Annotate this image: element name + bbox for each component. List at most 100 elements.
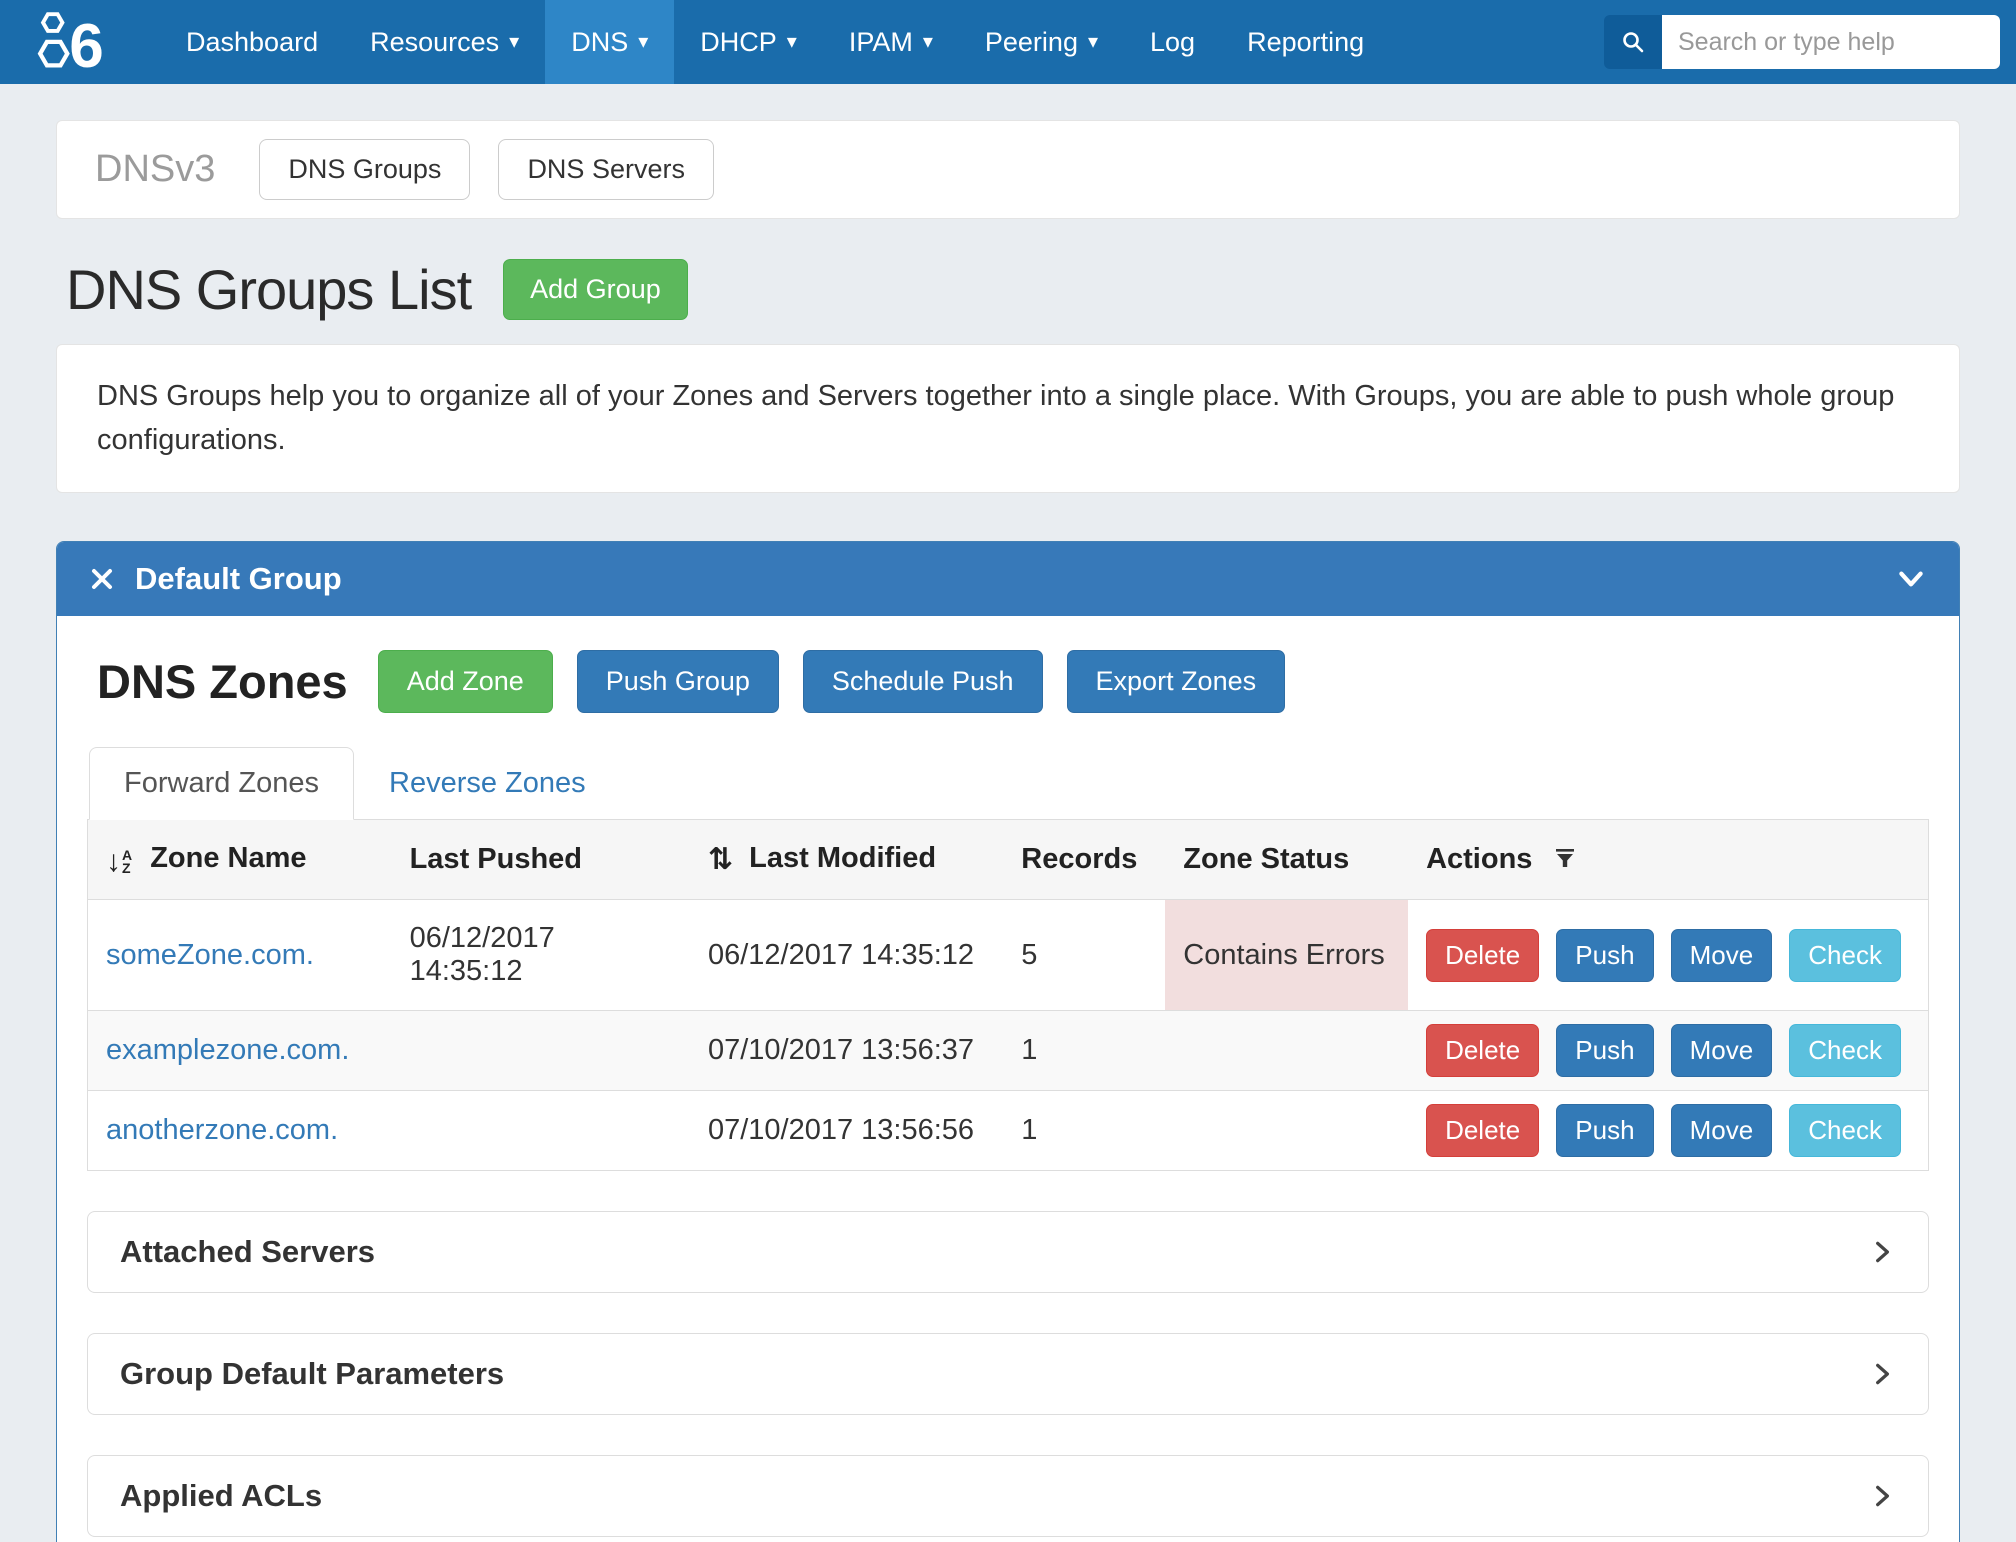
col-header-zone-status[interactable]: Zone Status [1165, 820, 1408, 900]
last-pushed-cell [392, 1091, 690, 1171]
nav-label: Resources [370, 27, 499, 58]
caret-down-icon: ▾ [787, 32, 797, 52]
check-zone-button[interactable]: Check [1789, 929, 1901, 982]
dns-groups-button[interactable]: DNS Groups [259, 139, 470, 200]
description-text: DNS Groups help you to organize all of y… [97, 380, 1894, 456]
accordion-title: Applied ACLs [120, 1478, 322, 1514]
push-group-button[interactable]: Push Group [577, 650, 779, 713]
nav-item-dhcp[interactable]: DHCP ▾ [674, 0, 823, 84]
last-pushed-cell: 06/12/2017 14:35:12 [392, 900, 690, 1011]
close-icon[interactable] [89, 566, 115, 592]
col-label: Actions [1426, 843, 1532, 875]
zone-name-link[interactable]: someZone.com. [106, 939, 314, 971]
col-header-last-pushed[interactable]: Last Pushed [392, 820, 690, 900]
nav-item-log[interactable]: Log [1124, 0, 1221, 84]
col-label: Last Modified [749, 842, 936, 874]
last-pushed-cell [392, 1011, 690, 1091]
actions-cell: Delete Push Move Check [1408, 900, 1928, 1011]
export-zones-button[interactable]: Export Zones [1067, 650, 1286, 713]
col-label: Last Pushed [410, 843, 582, 875]
nav-label: DNS [571, 27, 628, 58]
sort-arrow: ↓ [106, 847, 121, 877]
col-label: Zone Status [1183, 843, 1349, 875]
delete-zone-button[interactable]: Delete [1426, 1104, 1539, 1157]
check-zone-button[interactable]: Check [1789, 1104, 1901, 1157]
accordion-group-default-parameters[interactable]: Group Default Parameters [87, 1333, 1929, 1415]
title-row: DNS Groups List Add Group [66, 257, 1960, 322]
last-modified-cell: 06/12/2017 14:35:12 [690, 900, 1003, 1011]
check-zone-button[interactable]: Check [1789, 1024, 1901, 1077]
table-header-row: ↓ A Z Zone Name Last Pushed [88, 820, 1929, 900]
col-header-records[interactable]: Records [1003, 820, 1165, 900]
zone-row: someZone.com. 06/12/2017 14:35:12 06/12/… [88, 900, 1929, 1011]
nav-item-ipam[interactable]: IPAM ▾ [823, 0, 959, 84]
dns-servers-button[interactable]: DNS Servers [498, 139, 714, 200]
push-zone-button[interactable]: Push [1556, 929, 1653, 982]
tab-forward-zones[interactable]: Forward Zones [89, 747, 354, 820]
nav-item-dashboard[interactable]: Dashboard [160, 0, 344, 84]
search-button[interactable] [1604, 15, 1662, 69]
delete-zone-button[interactable]: Delete [1426, 929, 1539, 982]
move-zone-button[interactable]: Move [1671, 929, 1773, 982]
description-card: DNS Groups help you to organize all of y… [56, 344, 1960, 493]
nav-item-resources[interactable]: Resources ▾ [344, 0, 545, 84]
records-cell: 1 [1003, 1011, 1165, 1091]
section-title: DNSv3 [95, 148, 215, 191]
caret-down-icon: ▾ [923, 32, 933, 52]
actions-cell: Delete Push Move Check [1408, 1011, 1928, 1091]
zones-table: ↓ A Z Zone Name Last Pushed [87, 820, 1929, 1171]
top-navbar: 6 Dashboard Resources ▾ DNS ▾ DHCP ▾ IPA… [0, 0, 2016, 84]
chevron-right-icon [1868, 1360, 1896, 1388]
panel-header[interactable]: Default Group [57, 542, 1959, 616]
sort-alpha-icon: ↓ A Z [106, 847, 132, 877]
records-cell: 1 [1003, 1091, 1165, 1171]
accordion-attached-servers[interactable]: Attached Servers [87, 1211, 1929, 1293]
tab-reverse-zones[interactable]: Reverse Zones [354, 747, 621, 820]
col-header-last-modified[interactable]: ⇅ Last Modified [690, 820, 1003, 900]
zones-header-row: DNS Zones Add Zone Push Group Schedule P… [97, 650, 1929, 713]
push-zone-button[interactable]: Push [1556, 1024, 1653, 1077]
nav-label: IPAM [849, 27, 913, 58]
move-zone-button[interactable]: Move [1671, 1024, 1773, 1077]
schedule-push-button[interactable]: Schedule Push [803, 650, 1043, 713]
last-modified-cell: 07/10/2017 13:56:56 [690, 1091, 1003, 1171]
zone-status-cell [1165, 1091, 1408, 1171]
zone-row: anotherzone.com. 07/10/2017 13:56:56 1 D… [88, 1091, 1929, 1171]
search-input[interactable] [1662, 15, 2000, 69]
nav-label: Dashboard [186, 27, 318, 58]
zone-name-link[interactable]: anotherzone.com. [106, 1114, 338, 1146]
nav-item-dns[interactable]: DNS ▾ [545, 0, 674, 84]
caret-down-icon: ▾ [1088, 32, 1098, 52]
chevron-right-icon [1868, 1482, 1896, 1510]
sort-updown-icon: ⇅ [708, 843, 733, 876]
last-modified-cell: 07/10/2017 13:56:37 [690, 1011, 1003, 1091]
delete-zone-button[interactable]: Delete [1426, 1024, 1539, 1077]
actions-cell: Delete Push Move Check [1408, 1091, 1928, 1171]
add-zone-button[interactable]: Add Zone [378, 650, 553, 713]
nav-item-peering[interactable]: Peering ▾ [959, 0, 1124, 84]
panel-body: DNS Zones Add Zone Push Group Schedule P… [57, 616, 1959, 1542]
col-label: Zone Name [150, 842, 306, 874]
accordion-applied-acls[interactable]: Applied ACLs [87, 1455, 1929, 1537]
zone-name-link[interactable]: examplezone.com. [106, 1034, 349, 1066]
zone-status-cell [1165, 1011, 1408, 1091]
caret-down-icon: ▾ [509, 32, 519, 52]
add-group-button[interactable]: Add Group [503, 259, 688, 320]
zones-tabs: Forward Zones Reverse Zones [87, 747, 1929, 820]
filter-icon[interactable] [1552, 846, 1578, 872]
nav-item-reporting[interactable]: Reporting [1221, 0, 1390, 84]
move-zone-button[interactable]: Move [1671, 1104, 1773, 1157]
page-title: DNS Groups List [66, 257, 471, 322]
navbar-search [1604, 0, 2000, 84]
app-logo[interactable]: 6 [34, 0, 120, 84]
dnsv3-header-bar: DNSv3 DNS Groups DNS Servers [56, 120, 1960, 219]
col-label: Records [1021, 843, 1137, 875]
page-content: DNSv3 DNS Groups DNS Servers DNS Groups … [0, 120, 2016, 1542]
main-nav: Dashboard Resources ▾ DNS ▾ DHCP ▾ IPAM … [160, 0, 1390, 84]
col-header-zone-name[interactable]: ↓ A Z Zone Name [88, 820, 392, 900]
zone-row: examplezone.com. 07/10/2017 13:56:37 1 D… [88, 1011, 1929, 1091]
panel-title: Default Group [135, 561, 342, 597]
push-zone-button[interactable]: Push [1556, 1104, 1653, 1157]
collapse-toggle[interactable] [1895, 563, 1927, 595]
zone-status-cell: Contains Errors [1165, 900, 1408, 1011]
